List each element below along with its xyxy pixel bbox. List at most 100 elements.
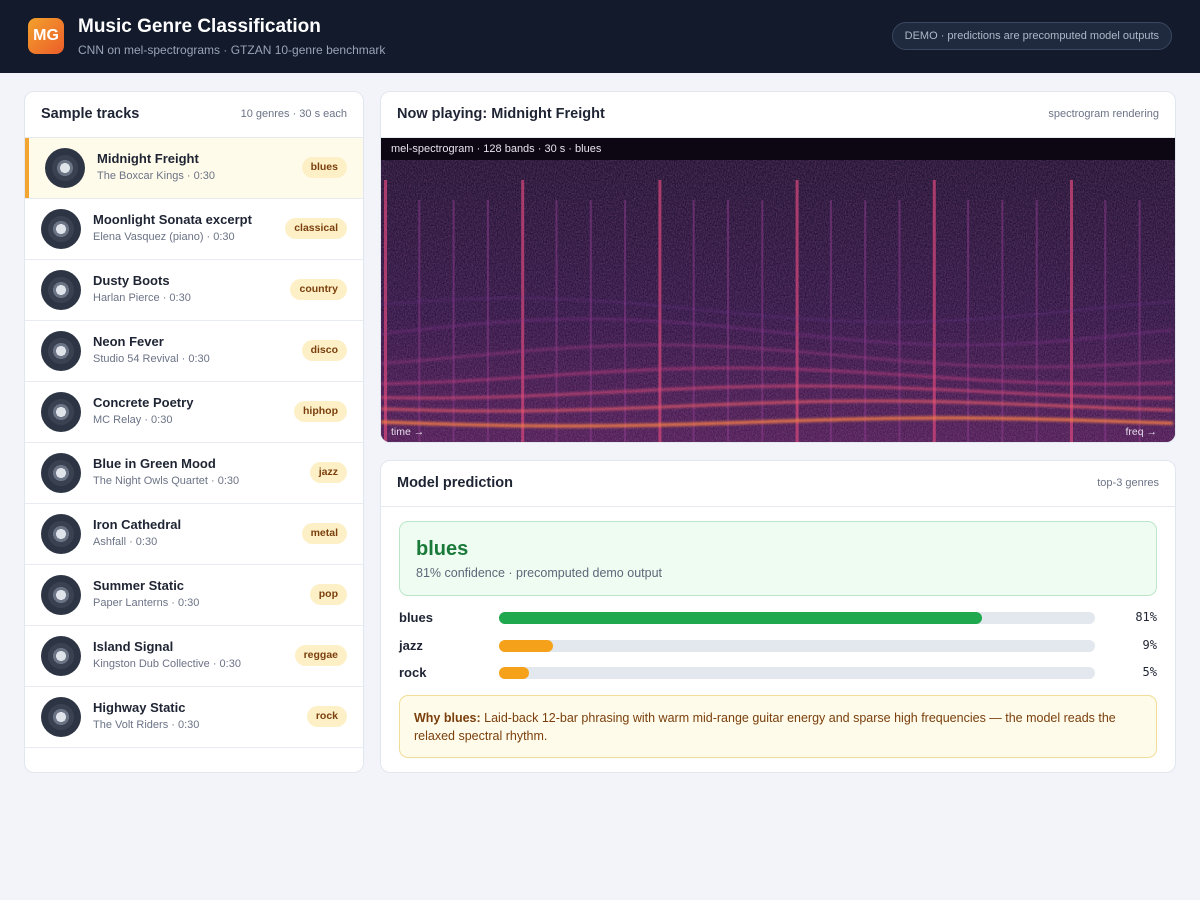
spectrogram-info-bar: mel-spectrogram · 128 bands · 30 s · blu… [381,138,1175,160]
track-artist: Paper Lanterns · 0:30 [93,597,200,609]
track-name: Island Signal [93,639,174,654]
explanation-text: Laid-back 12-bar phrasing with warm mid-… [414,711,1116,743]
now-playing-title: Now playing: Midnight Freight [397,106,605,122]
demo-badge: DEMO · predictions are precomputed model… [891,22,1172,50]
genre-tag: metal [301,523,347,544]
tracks-panel-meta: 10 genres · 30 s each [240,108,347,120]
track-name: Blue in Green Mood [93,456,216,471]
track-name: Highway Static [93,700,186,715]
genre-tag: blues [301,157,347,178]
track-name: Concrete Poetry [93,395,194,410]
genre-tag: reggae [294,645,347,666]
track-artist: Harlan Pierce · 0:30 [93,292,191,304]
beat-line [624,200,627,442]
bar-label: blues [399,610,433,625]
genre-tag: rock [306,706,347,727]
tracks-panel-title: Sample tracks [41,106,140,122]
bar-percent: 9% [1142,638,1157,652]
vinyl-disc-icon [41,331,81,371]
track-artist: MC Relay · 0:30 [93,414,173,426]
spectrogram-label: mel-spectrogram · 128 bands · 30 s · blu… [391,143,602,155]
genre-tag: jazz [309,462,347,483]
top-genre: blues [416,538,469,560]
track-name: Midnight Freight [97,151,199,166]
prediction-header: Model prediction top-3 genres [381,461,1175,507]
bar-percent: 5% [1142,665,1157,679]
track-artist: Studio 54 Revival · 0:30 [93,353,210,365]
vinyl-disc-icon [41,575,81,615]
vinyl-disc-icon [41,697,81,737]
track-artist: Kingston Dub Collective · 0:30 [93,658,241,670]
vinyl-disc-icon [41,514,81,554]
track-name: Moonlight Sonata excerpt [93,212,252,227]
beat-line [418,200,421,442]
bar-track [499,640,1095,652]
app-header: MG Music Genre Classification CNN on mel… [0,0,1200,73]
app-title: Music Genre Classification [78,16,321,37]
vinyl-disc-icon [41,209,81,249]
track-artist: Ashfall · 0:30 [93,536,158,548]
time-axis-label: time → [391,426,425,438]
genre-tag: country [290,279,347,300]
beat-line [384,180,387,442]
genre-tag: disco [301,340,347,361]
track-list: Midnight Freight The Boxcar Kings · 0:30… [25,138,363,748]
bar-label: jazz [399,638,423,653]
track-name: Dusty Boots [93,273,170,288]
beat-line [1138,200,1141,442]
track-item-dusty-boots[interactable]: Dusty Boots Harlan Pierce · 0:30 country [25,260,363,321]
tracks-panel-header: Sample tracks 10 genres · 30 s each [25,92,363,138]
track-item-neon-fever[interactable]: Neon Fever Studio 54 Revival · 0:30 disc… [25,321,363,382]
genre-tag: hiphop [294,401,347,422]
track-item-concrete-poetry[interactable]: Concrete Poetry MC Relay · 0:30 hiphop [25,382,363,443]
vinyl-disc-icon [41,270,81,310]
beat-line [521,180,525,442]
beat-line [1001,200,1004,442]
track-item-moonlight-sonata[interactable]: Moonlight Sonata excerpt Elena Vasquez (… [25,199,363,260]
beat-line [932,180,936,442]
beat-line [795,180,799,442]
bar-track [499,612,1095,624]
bar-fill [499,640,553,652]
beat-line [761,200,764,442]
app-logo: MG [28,18,64,54]
beat-line [486,200,489,442]
track-artist: The Boxcar Kings · 0:30 [97,170,216,182]
player-header: Now playing: Midnight Freight spectrogra… [381,92,1175,138]
bar-percent: 81% [1135,610,1157,624]
track-artist: The Night Owls Quartet · 0:30 [93,475,240,487]
vinyl-disc-icon [41,636,81,676]
vinyl-disc-icon [41,453,81,493]
beat-line [829,200,832,442]
bar-fill [499,612,982,624]
explanation-box: Why blues: Laid-back 12-bar phrasing wit… [399,695,1157,758]
beat-line [727,200,729,442]
genre-tag: pop [309,584,347,605]
spectrogram-noise [381,160,1175,442]
track-name: Neon Fever [93,334,164,349]
track-item-blue-in-green-mood[interactable]: Blue in Green Mood The Night Owls Quarte… [25,443,363,504]
explanation-label: Why blues: [414,711,481,725]
model-prediction-panel: Model prediction top-3 genres blues 81% … [380,460,1176,773]
top-confidence: 81% confidence · precomputed demo output [416,566,662,580]
spectrogram-view: mel-spectrogram · 128 bands · 30 s · blu… [381,138,1175,442]
prediction-bar-row: jazz 9% [399,636,1157,656]
vinyl-disc-icon [41,392,81,432]
app-subtitle: CNN on mel-spectrograms · GTZAN 10-genre… [78,43,386,57]
track-item-highway-static[interactable]: Highway Static The Volt Riders · 0:30 ro… [25,687,363,748]
sample-tracks-panel: Sample tracks 10 genres · 30 s each Midn… [24,91,364,773]
top-prediction-box: blues 81% confidence · precomputed demo … [399,521,1157,596]
beat-line [1035,200,1038,442]
track-artist: Elena Vasquez (piano) · 0:30 [93,231,235,243]
track-name: Iron Cathedral [93,517,182,532]
beat-line [452,200,455,442]
bar-label: rock [399,665,427,680]
track-item-midnight-freight[interactable]: Midnight Freight The Boxcar Kings · 0:30… [25,138,363,199]
prediction-bar-row: blues 81% [399,608,1157,628]
prediction-meta: top-3 genres [1097,477,1159,489]
track-item-island-signal[interactable]: Island Signal Kingston Dub Collective · … [25,626,363,687]
track-item-iron-cathedral[interactable]: Iron Cathedral Ashfall · 0:30 metal [25,504,363,565]
now-playing-panel: Now playing: Midnight Freight spectrogra… [380,91,1176,443]
bar-fill [499,667,529,679]
track-item-summer-static[interactable]: Summer Static Paper Lanterns · 0:30 pop [25,565,363,626]
